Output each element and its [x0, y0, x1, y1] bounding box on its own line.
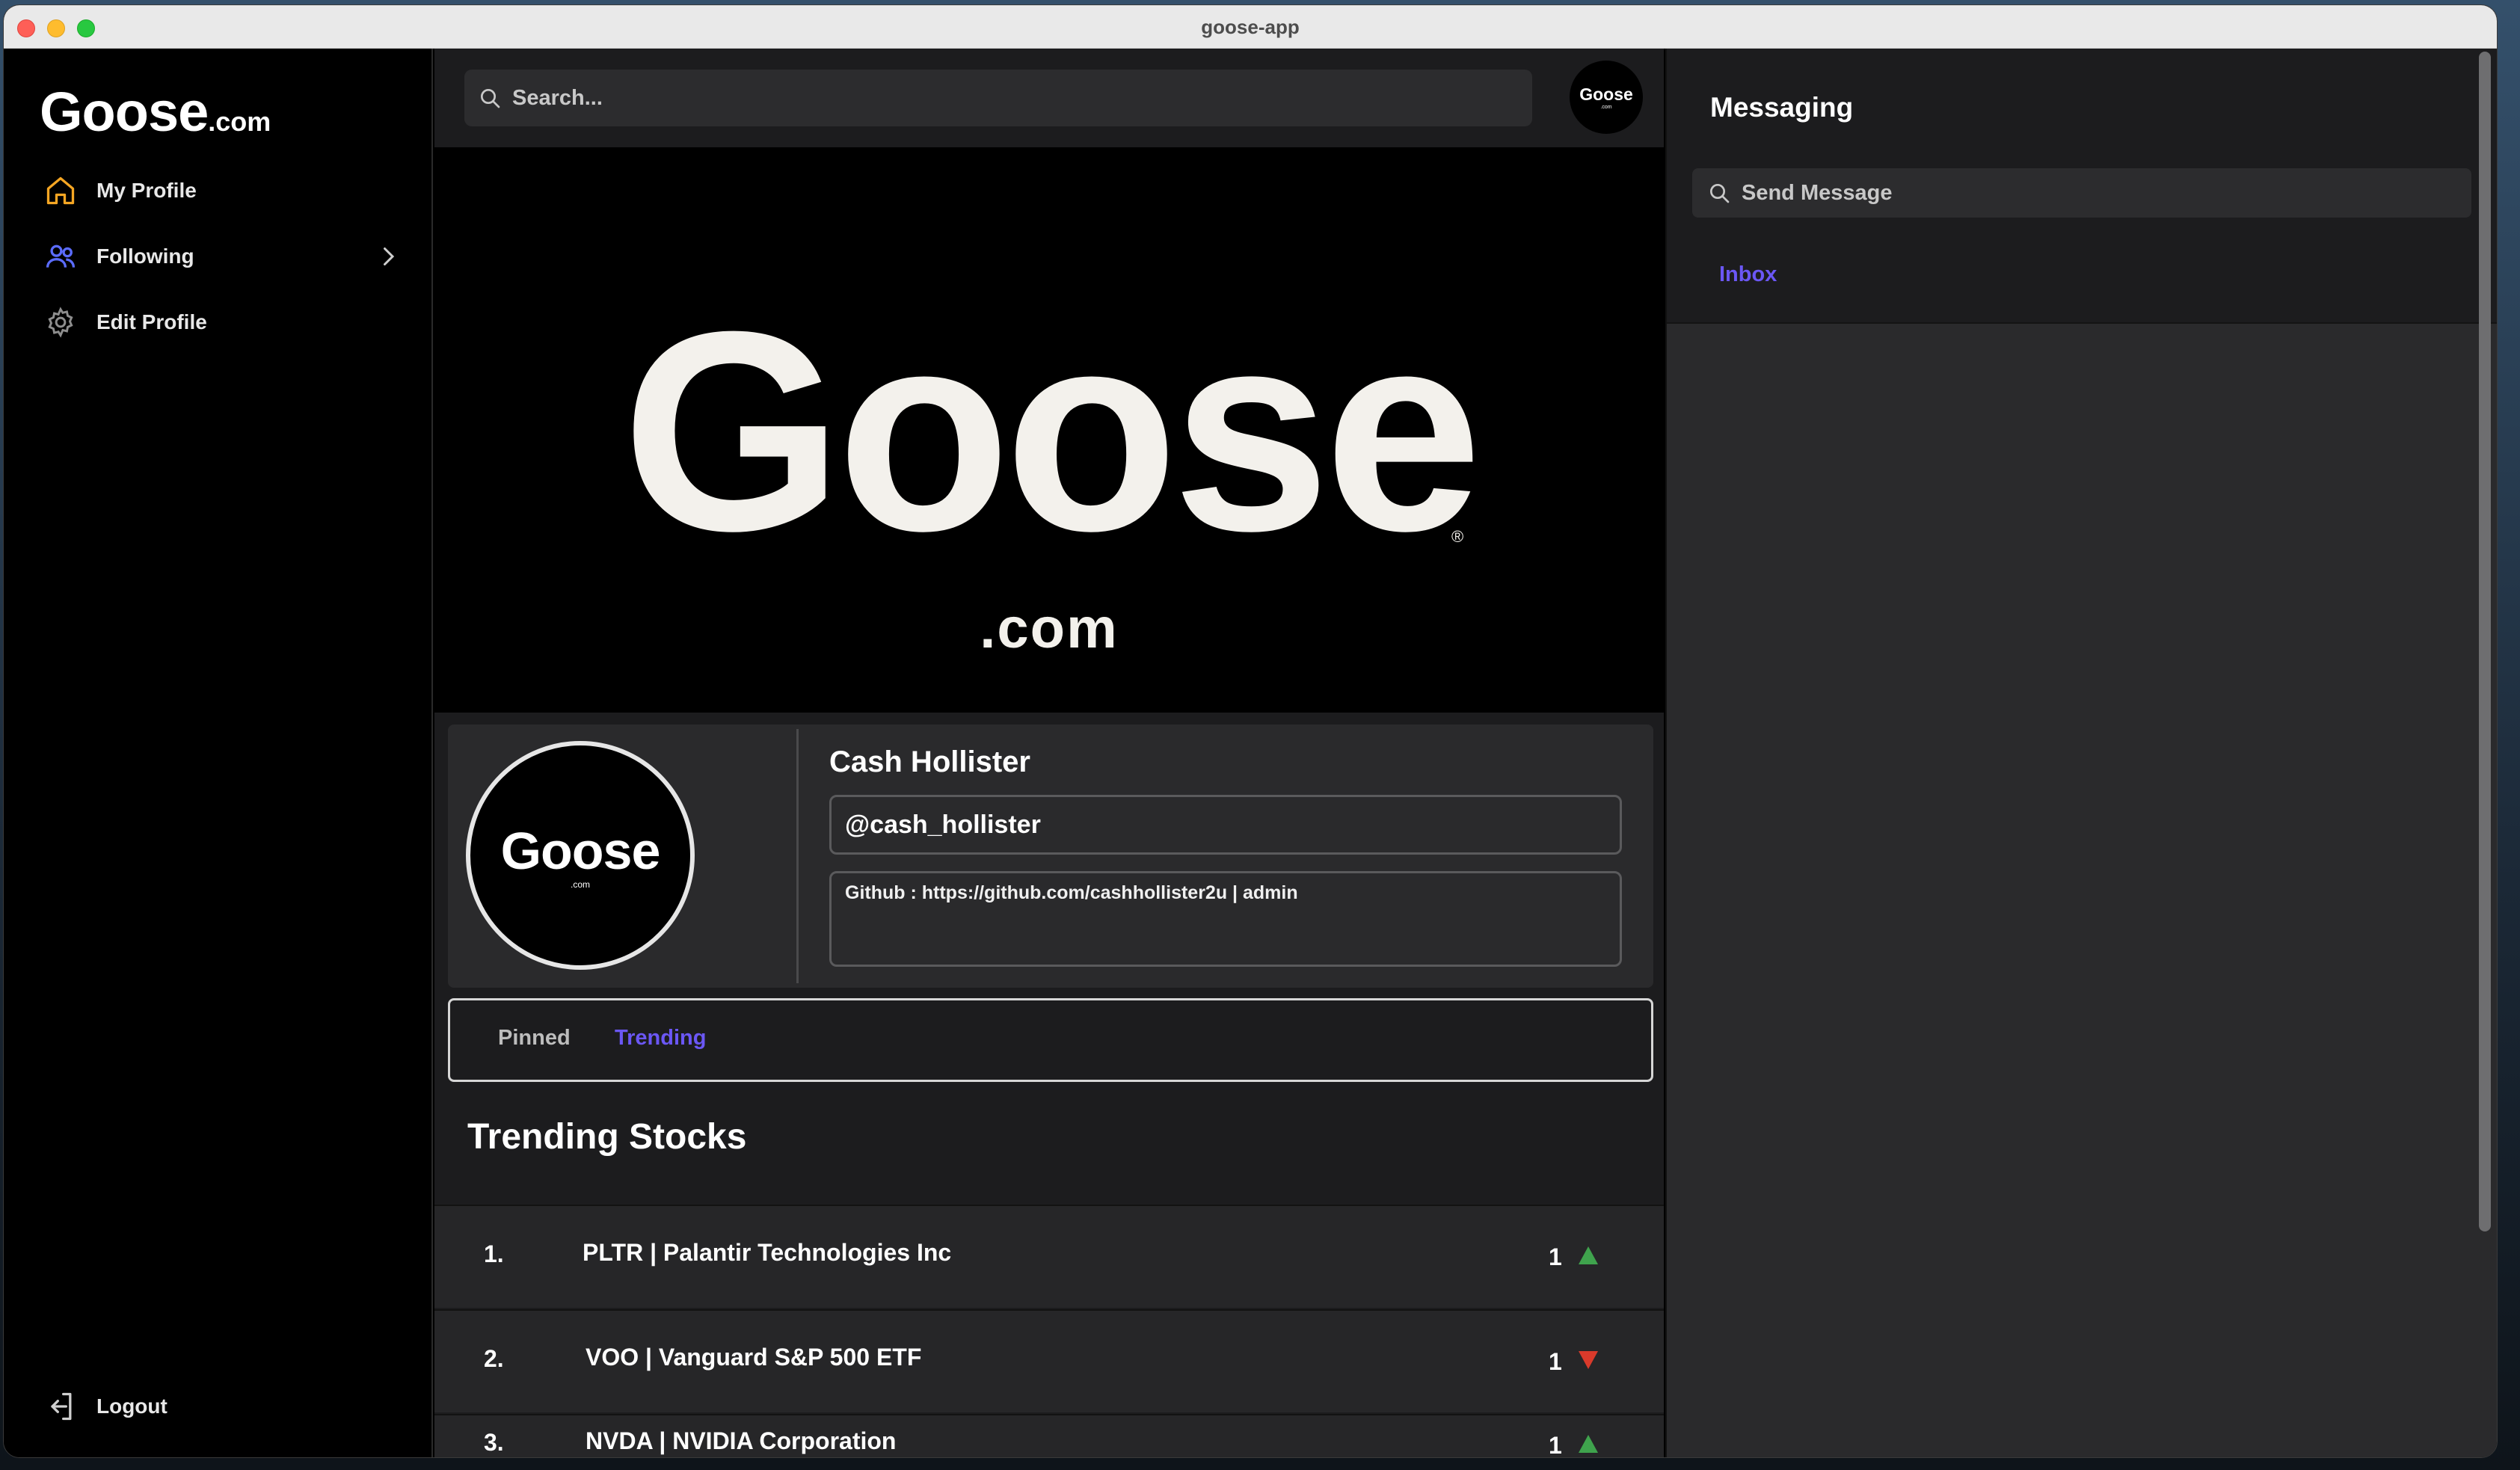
table-row[interactable]: 2. VOO | Vanguard S&P 500 ETF 1 — [434, 1309, 1664, 1412]
profile-handle-field[interactable]: @cash_hollister — [829, 795, 1622, 855]
arrow-down-icon — [1579, 1351, 1598, 1369]
title-bar: goose-app — [4, 5, 2497, 49]
arrow-up-icon — [1579, 1246, 1598, 1264]
stock-name: NVDA | NVIDIA Corporation — [586, 1427, 897, 1454]
stock-rank: 1. — [484, 1240, 504, 1267]
messaging-panel: Messaging Send Message Inbox — [1665, 49, 2497, 1457]
avatar-logo-sub: .com — [1600, 105, 1612, 110]
messaging-title: Messaging — [1710, 92, 1854, 123]
sidebar-item-edit-profile[interactable]: Edit Profile — [43, 300, 402, 345]
stock-count: 1 — [1549, 1348, 1562, 1375]
brand-name: Goose — [40, 81, 209, 143]
inbox-link[interactable]: Inbox — [1719, 262, 1777, 287]
window-title: goose-app — [1201, 16, 1300, 38]
profile-avatar-text: Goose — [500, 822, 661, 880]
profile-card: Goose .com Cash Hollister @cash_holliste… — [448, 725, 1653, 988]
arrow-up-icon — [1579, 1435, 1598, 1453]
gear-icon — [43, 304, 79, 340]
table-row[interactable]: 3. NVDA | NVIDIA Corporation 1 — [434, 1414, 1664, 1458]
app-window: goose-app Goose.com My Profile Following — [3, 4, 2498, 1458]
sidebar-item-following[interactable]: Following — [43, 234, 402, 279]
brand-logo[interactable]: Goose.com — [40, 80, 271, 144]
brand-suffix: .com — [208, 106, 271, 137]
search-input[interactable]: Search... — [464, 70, 1532, 126]
avatar-logo-text: Goose — [1579, 84, 1633, 104]
profile-avatar[interactable]: Goose .com — [466, 741, 695, 970]
banner-logo-sub: .com — [980, 597, 1119, 660]
tab-trending[interactable]: Trending — [615, 1026, 706, 1051]
trending-stocks-title: Trending Stocks — [467, 1117, 747, 1157]
logout-label: Logout — [96, 1394, 168, 1418]
main-content: Search... Goose .com Goose ® .com Goose … — [434, 49, 1664, 1458]
tab-pinned[interactable]: Pinned — [498, 1026, 571, 1051]
send-message-input[interactable]: Send Message — [1692, 168, 2471, 218]
table-row[interactable]: 1. PLTR | Palantir Technologies Inc 1 — [434, 1205, 1664, 1308]
sidebar-item-label: Edit Profile — [96, 310, 207, 333]
profile-name: Cash Hollister — [829, 745, 1030, 778]
stock-name: PLTR | Palantir Technologies Inc — [583, 1239, 952, 1266]
stock-count: 1 — [1549, 1432, 1562, 1458]
logout-icon — [43, 1388, 79, 1424]
sidebar-item-label: Following — [96, 245, 194, 268]
stock-rank: 2. — [484, 1345, 504, 1372]
stock-name: VOO | Vanguard S&P 500 ETF — [586, 1344, 922, 1371]
top-bar: Search... Goose .com — [434, 49, 1664, 147]
profile-banner: Goose ® .com — [434, 147, 1664, 713]
sidebar-item-label: My Profile — [96, 179, 197, 202]
scrollbar[interactable] — [2479, 52, 2491, 1231]
banner-registered-mark: ® — [1451, 527, 1464, 546]
chevron-right-icon[interactable] — [375, 243, 402, 275]
profile-bio-field[interactable]: Github : https://github.com/cashholliste… — [829, 871, 1622, 967]
profile-divider — [796, 729, 799, 983]
sidebar: Goose.com My Profile Following Edit Prof… — [4, 49, 433, 1457]
messaging-header: Messaging Send Message Inbox — [1667, 49, 2497, 324]
search-icon — [1710, 184, 1730, 203]
banner-logo-text: Goose — [621, 272, 1483, 590]
profile-avatar-sub: .com — [570, 879, 590, 890]
search-icon — [481, 89, 500, 108]
stock-rank: 3. — [484, 1429, 504, 1456]
profile-tabs: Pinned Trending — [448, 998, 1653, 1082]
stock-count: 1 — [1549, 1243, 1562, 1270]
home-icon — [43, 173, 79, 209]
avatar[interactable]: Goose .com — [1570, 61, 1643, 134]
logout-button[interactable]: Logout — [43, 1384, 402, 1429]
search-placeholder: Search... — [512, 85, 603, 110]
send-message-placeholder: Send Message — [1742, 180, 1893, 205]
sidebar-item-my-profile[interactable]: My Profile — [43, 168, 402, 213]
users-icon — [43, 239, 79, 274]
